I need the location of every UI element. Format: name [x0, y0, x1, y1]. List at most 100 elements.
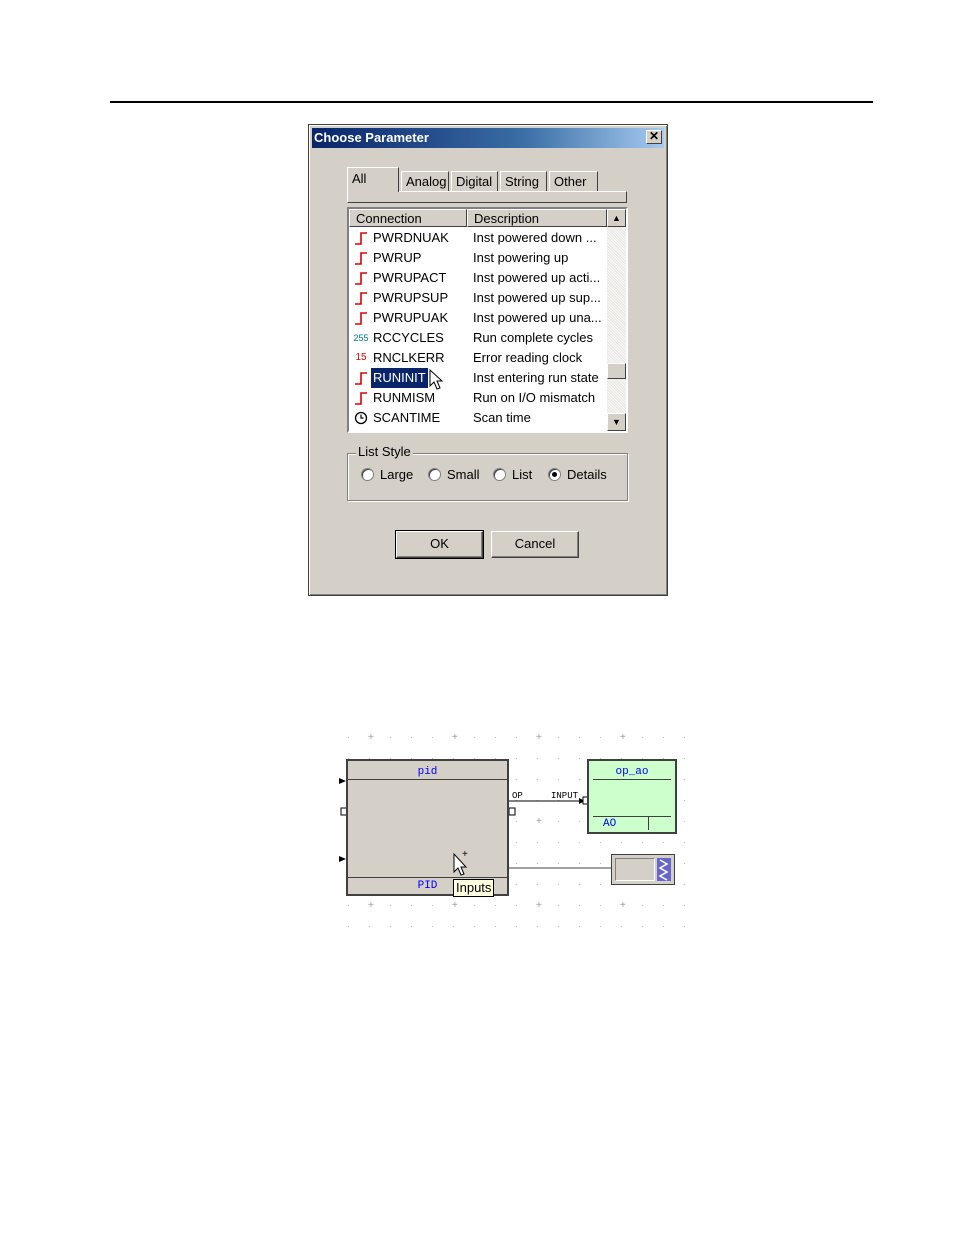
description-cell: Inst entering run state [473, 370, 599, 385]
dialog-title-bar[interactable]: Choose Parameter ✕ [312, 128, 664, 148]
grid-dot: · [599, 880, 602, 889]
connection-cell[interactable]: PWRUPSUP [373, 288, 448, 308]
description-cell: Scan time [473, 410, 531, 425]
grid-dot: · [536, 775, 539, 784]
reference-block[interactable] [611, 854, 675, 885]
list-item[interactable]: 255 RCCYCLES Run complete cycles [349, 328, 607, 348]
close-button[interactable]: ✕ [646, 130, 662, 144]
list-item[interactable]: RUNMISM Run on I/O mismatch [349, 388, 607, 408]
grid-dot: · [494, 922, 497, 931]
grid-dot: · [515, 901, 518, 910]
grid-dot: · [494, 733, 497, 742]
connection-cell[interactable]: PWRUPUAK [373, 308, 448, 328]
grid-dot: · [557, 775, 560, 784]
control-diagram[interactable]: · + · · · + · · · + · · · + · · · · · · · · · · · · · · · · · · · · · · · · · ·… [337, 722, 687, 950]
digital-step-icon [353, 250, 369, 266]
grid-dot: · [599, 922, 602, 931]
connection-cell[interactable]: PWRUP [373, 248, 421, 268]
list-item[interactable]: PWRUPACT Inst powered up acti... [349, 268, 607, 288]
mouse-pointer-icon [429, 368, 445, 398]
connection-cell[interactable]: RUNINIT [370, 367, 429, 389]
list-item[interactable]: PWRDNUAK Inst powered down ... [349, 228, 607, 248]
scroll-down-button[interactable]: ▼ [607, 413, 626, 431]
grid-dot: · [410, 733, 413, 742]
tab-digital[interactable]: Digital [451, 171, 498, 191]
connection-cell[interactable]: SCANTIME [373, 408, 440, 428]
scrollbar-track[interactable] [607, 227, 626, 413]
ok-button[interactable]: OK [395, 530, 484, 559]
grid-dot: · [620, 922, 623, 931]
description-cell: Run complete cycles [473, 330, 593, 345]
grid-dot: · [641, 922, 644, 931]
radio-list-indicator[interactable] [493, 468, 506, 481]
column-header-connection[interactable]: Connection [349, 209, 467, 227]
grid-dot: · [683, 817, 686, 826]
pid-block-name: pid [348, 765, 507, 780]
grid-dot: · [578, 817, 581, 826]
connection-cell[interactable]: RUNMISM [373, 388, 435, 408]
grid-dot: · [473, 922, 476, 931]
radio-small-indicator[interactable] [428, 468, 441, 481]
grid-dot: · [683, 922, 686, 931]
connection-cell[interactable]: RCCYCLES [373, 328, 444, 348]
digital-step-icon [353, 310, 369, 326]
tab-other[interactable]: Other [549, 171, 598, 191]
grid-dot: · [515, 754, 518, 763]
grid-dot: · [536, 754, 539, 763]
connection-cell[interactable]: PWRUPACT [373, 268, 446, 288]
grid-dot: · [578, 733, 581, 742]
scroll-up-button[interactable]: ▲ [607, 209, 626, 227]
ao-block-type: AO [593, 816, 671, 830]
vertical-scrollbar[interactable]: ▲ ▼ [607, 209, 626, 431]
parameter-list[interactable]: Connection Description PWRDNUAK Inst powe… [347, 207, 628, 433]
grid-dot: · [368, 922, 371, 931]
grid-dot: · [662, 838, 665, 847]
description-cell: Inst powered up acti... [473, 270, 601, 285]
connection-cell[interactable]: PWRDNUAK [373, 228, 449, 248]
digital-step-icon [353, 290, 369, 306]
grid-plus: + [452, 732, 458, 743]
radio-details-label: Details [567, 467, 607, 482]
connection-cell[interactable]: RNCLKERR [373, 348, 445, 368]
list-item[interactable]: PWRUPSUP Inst powered up sup... [349, 288, 607, 308]
grid-dot: · [578, 880, 581, 889]
list-style-label: List Style [356, 443, 413, 461]
digital-step-icon [353, 390, 369, 406]
pid-block[interactable]: pid PID [346, 759, 509, 896]
grid-plus: + [620, 732, 626, 743]
tab-panel [347, 191, 627, 203]
radio-small-label: Small [447, 467, 480, 482]
grid-plus: + [452, 900, 458, 911]
grid-dot: · [536, 922, 539, 931]
list-item[interactable]: PWRUPUAK Inst powered up una... [349, 308, 607, 328]
arrow-up-icon: ▲ [612, 213, 621, 223]
tab-all[interactable]: All [347, 167, 399, 192]
list-item[interactable]: 15 RNCLKERR Error reading clock [349, 348, 607, 368]
column-header-description[interactable]: Description [467, 209, 607, 227]
list-item[interactable]: SCANTIME Scan time [349, 408, 607, 428]
grid-plus: + [368, 900, 374, 911]
tab-analog[interactable]: Analog [401, 171, 449, 191]
ao-block-name: op_ao [593, 765, 671, 780]
tab-string[interactable]: String [500, 171, 547, 191]
cancel-button[interactable]: Cancel [491, 531, 579, 558]
grid-dot: · [662, 733, 665, 742]
scrollbar-thumb[interactable] [607, 363, 626, 379]
grid-dot: · [557, 754, 560, 763]
grid-dot: · [578, 922, 581, 931]
grid-dot: · [578, 838, 581, 847]
list-item[interactable]: RUNINIT Inst entering run state [349, 367, 607, 389]
radio-large-indicator[interactable] [361, 468, 374, 481]
ao-block[interactable]: op_ao AO [587, 759, 677, 834]
grid-plus: + [536, 816, 542, 827]
radio-details-indicator[interactable] [548, 468, 561, 481]
tooltip: Inputs [453, 879, 495, 897]
grid-dot: · [515, 733, 518, 742]
grid-dot: · [578, 754, 581, 763]
grid-dot: · [431, 733, 434, 742]
grid-dot: · [641, 733, 644, 742]
pid-aux-port[interactable] [508, 807, 516, 816]
grid-dot: · [599, 733, 602, 742]
pid-input-arrow-2 [339, 856, 346, 862]
list-item[interactable]: PWRUP Inst powering up [349, 248, 607, 268]
